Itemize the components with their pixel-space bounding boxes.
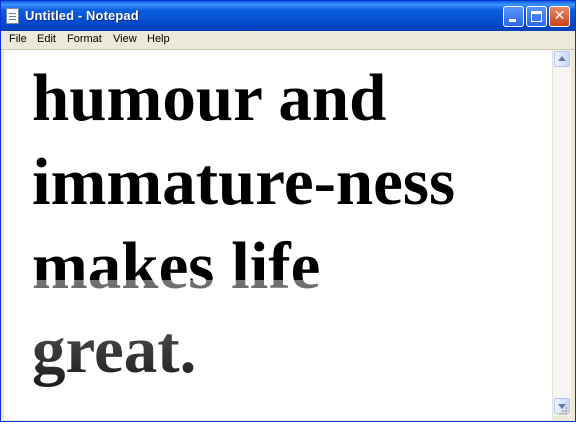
resize-grip[interactable] xyxy=(554,404,570,420)
title-bar[interactable]: Untitled - Notepad ✕ xyxy=(1,1,575,31)
maximize-icon xyxy=(531,11,542,22)
menu-bar: File Edit Format View Help xyxy=(1,31,575,50)
menu-file[interactable]: File xyxy=(9,33,27,45)
resize-grip-icon xyxy=(559,407,567,415)
scroll-up-button[interactable] xyxy=(554,51,570,67)
close-icon: ✕ xyxy=(553,8,566,24)
maximize-button[interactable] xyxy=(526,6,547,27)
minimize-button[interactable] xyxy=(503,6,524,27)
vertical-scrollbar[interactable] xyxy=(552,50,571,416)
notepad-window: Untitled - Notepad ✕ File Edit Format Vi… xyxy=(0,0,576,422)
notepad-icon[interactable] xyxy=(6,8,19,24)
menu-format[interactable]: Format xyxy=(67,33,102,45)
scrollbar-track[interactable] xyxy=(553,68,571,398)
close-button[interactable]: ✕ xyxy=(549,6,570,27)
menu-view[interactable]: View xyxy=(113,33,137,45)
menu-edit[interactable]: Edit xyxy=(37,33,56,45)
menu-help[interactable]: Help xyxy=(147,33,170,45)
text-editor-area[interactable]: humour and immature-ness makes life grea… xyxy=(4,50,552,420)
arrow-up-icon xyxy=(558,56,566,61)
window-title: Untitled - Notepad xyxy=(25,8,139,23)
minimize-icon xyxy=(509,19,516,22)
document-text[interactable]: humour and immature-ness makes life grea… xyxy=(32,56,455,392)
